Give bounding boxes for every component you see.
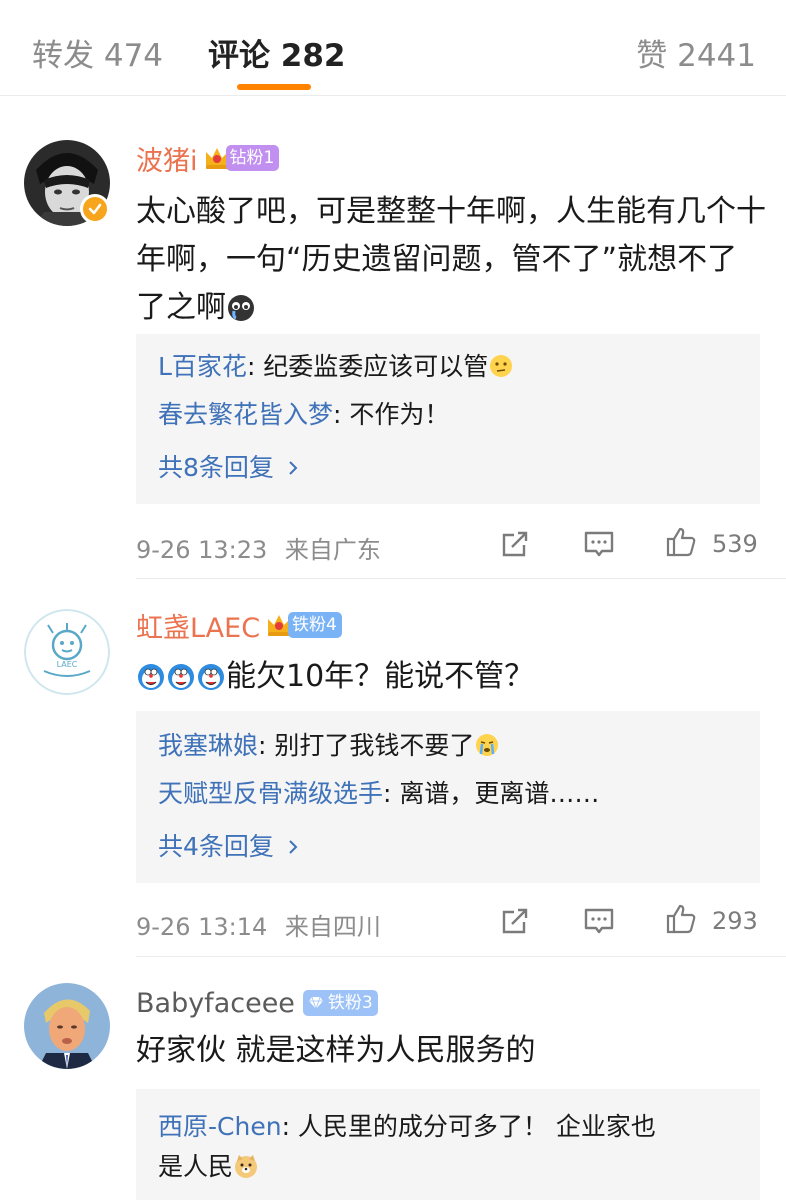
fan-badge: 钻粉1: [225, 145, 280, 171]
comment-meta: 9-26 13:14 来自四川: [136, 907, 381, 942]
reply-username[interactable]: 春去繁花皆入梦: [158, 400, 333, 429]
thinking-face-emoji: [488, 353, 514, 379]
like-count: 293: [712, 907, 758, 935]
doge-emoji: [233, 1153, 259, 1179]
comment-header: 虹盏LAEC 铁粉4: [136, 606, 342, 645]
comment-location: 来自广东: [284, 536, 381, 564]
comment-header: 波猪i 钻粉1: [136, 139, 280, 178]
doraemon-emoji: [166, 662, 196, 692]
avatar[interactable]: [24, 983, 110, 1069]
active-tab-indicator: [237, 84, 311, 90]
comment-text: 好家伙 就是这样为人民服务的: [136, 1033, 536, 1068]
username[interactable]: 波猪i: [136, 139, 198, 178]
crying-emoji: [474, 732, 500, 758]
comment-time: 9-26 13:14: [136, 913, 268, 941]
tab-repost[interactable]: 转发 474: [32, 30, 163, 75]
share-icon[interactable]: [498, 904, 532, 938]
tab-likes[interactable]: 赞 2441: [636, 30, 756, 75]
avatar[interactable]: LAEC: [24, 609, 110, 695]
reply-item: 天赋型反骨满级选手: 离谱，更离谱……: [158, 779, 600, 808]
comment-location: 来自四川: [284, 913, 381, 941]
comment-text: 能欠10年？能说不管？: [136, 653, 766, 701]
comment-item: Babyfaceee 铁粉3 好家伙 就是这样为人民服务的 西原-Chen: 人…: [0, 957, 786, 1200]
reply-username[interactable]: L百家花: [158, 352, 247, 381]
tab-bar: 转发 474 评论 282 赞 2441: [0, 0, 786, 96]
doraemon-emoji: [196, 662, 226, 692]
reply-item: 我塞琳娘: 别打了我钱不要了: [158, 729, 500, 763]
reply-username[interactable]: 天赋型反骨满级选手: [158, 779, 383, 808]
reply-username[interactable]: 西原-Chen: [158, 1112, 282, 1141]
reply-box[interactable]: 西原-Chen: 人民里的成分可多了！ 企业家也 是人民: [136, 1089, 760, 1200]
username[interactable]: 虹盏LAEC: [136, 606, 260, 645]
tab-comments[interactable]: 评论 282: [208, 30, 346, 75]
chevron-right-icon: [289, 840, 298, 854]
comment-icon[interactable]: [582, 904, 616, 938]
reply-item: L百家花: 纪委监委应该可以管: [158, 350, 514, 384]
comment-item: 波猪i 钻粉1 太心酸了吧，可是整整十年啊，人生能有几个十年啊，一句“历史遗留问…: [0, 96, 786, 579]
comment-time: 9-26 13:23: [136, 536, 268, 564]
comment-header: Babyfaceee 铁粉3: [136, 985, 378, 1021]
username[interactable]: Babyfaceee: [136, 988, 295, 1019]
fan-badge: 铁粉3: [302, 990, 378, 1016]
doraemon-emoji: [136, 662, 166, 692]
reply-item: 春去繁花皆入梦: 不作为！: [158, 400, 450, 429]
thumbs-up-icon[interactable]: [664, 525, 698, 559]
chevron-right-icon: [289, 461, 298, 475]
comment-icon[interactable]: [582, 527, 616, 561]
reply-box[interactable]: 我塞琳娘: 别打了我钱不要了 天赋型反骨满级选手: 离谱，更离谱…… 共4条回复: [136, 711, 760, 883]
verified-badge-icon: [80, 194, 110, 224]
diamond-icon: [308, 996, 323, 1011]
comment-meta: 9-26 13:23 来自广东: [136, 530, 381, 565]
crying-face-emoji: [226, 293, 256, 323]
like-count: 539: [712, 530, 758, 558]
more-replies-link[interactable]: 共4条回复: [158, 827, 300, 863]
reply-username[interactable]: 我塞琳娘: [158, 731, 258, 760]
share-icon[interactable]: [498, 527, 532, 561]
thumbs-up-icon[interactable]: [664, 902, 698, 936]
fan-badge: 铁粉4: [288, 612, 342, 638]
more-replies-link[interactable]: 共8条回复: [158, 448, 300, 484]
comment-text: 太心酸了吧，可是整整十年啊，人生能有几个十年啊，一句“历史遗留问题，管不了”就想…: [136, 194, 766, 325]
svg-text:LAEC: LAEC: [57, 660, 78, 669]
reply-box[interactable]: L百家花: 纪委监委应该可以管 春去繁花皆入梦: 不作为！ 共8条回复: [136, 334, 760, 504]
comment-item: LAEC 虹盏LAEC 铁粉4 能欠10年？能说不管？ 我塞琳娘: 别打了我钱不…: [0, 579, 786, 957]
reply-item: 西原-Chen: 人民里的成分可多了！ 企业家也 是人民: [158, 1112, 656, 1181]
